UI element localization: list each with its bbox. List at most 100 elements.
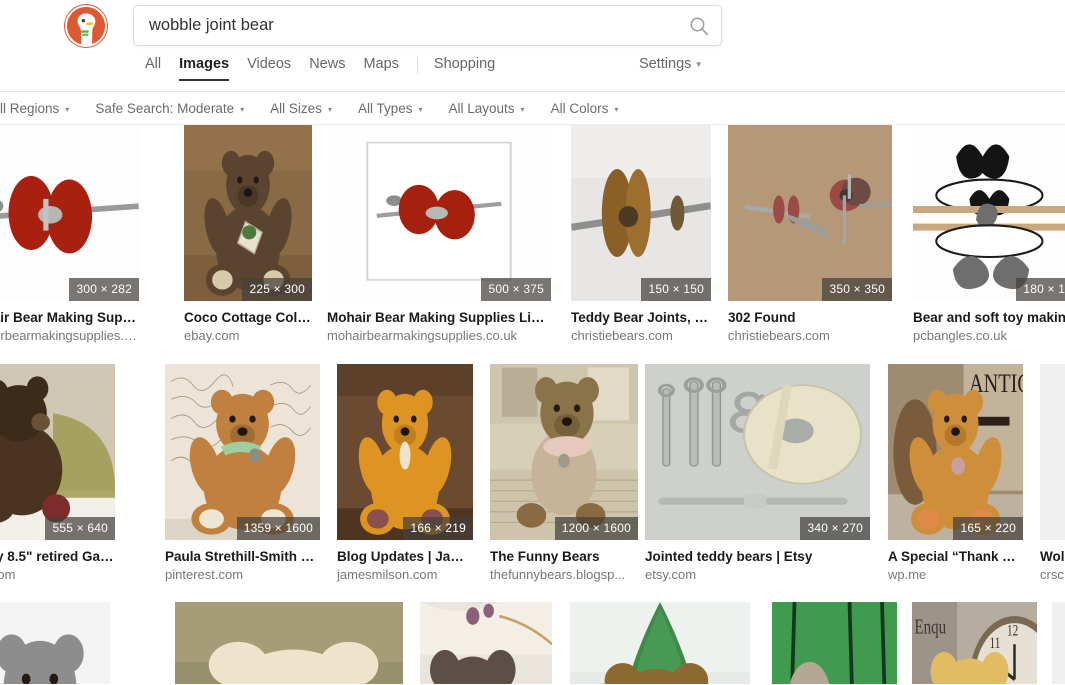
search-box[interactable] [133,5,722,46]
image-result-tile[interactable]: 300 × 282 Mohair Bear Making Suppli... moh… [0,125,139,343]
filter-all-types[interactable]: All Types ▾ [358,101,423,116]
result-thumbnail[interactable] [175,602,403,684]
result-title[interactable]: Paula Strethill-Smith mi... [165,549,320,564]
result-thumbnail[interactable]: 150 × 150 [571,125,711,301]
result-thumbnail[interactable]: 555 × 640 [0,364,115,540]
result-thumbnail[interactable]: 500 × 375 [327,125,551,301]
svg-text:Enqu: Enqu [915,615,947,638]
filter-label: Safe Search: Moderate [95,101,235,116]
image-result-tile[interactable]: 500 × 375 Mohair Bear Making Supplies Lim… [327,125,551,343]
result-domain[interactable]: christiebears.com [728,328,892,343]
result-title[interactable]: A Special “Thank Yo... [888,549,1023,564]
filter-all-sizes[interactable]: All Sizes ▾ [270,101,332,116]
search-input[interactable] [147,6,667,45]
result-thumbnail[interactable]: 350 × 350 [728,125,892,301]
svg-text:11: 11 [990,634,1001,651]
filter-label: All Types [357,101,413,116]
result-domain[interactable]: christiebears.com [571,328,711,343]
result-title[interactable]: Mohair Bear Making Supplies Limite... [327,310,551,325]
image-result-tile[interactable]: Wol... crsc... [1040,364,1065,582]
tab-all[interactable]: All [145,56,161,81]
result-title[interactable]: Plucky 8.5" retired Gan... [0,549,115,564]
image-result-tile[interactable]: 555 × 640 Plucky 8.5" retired Gan... ebay.… [0,364,115,582]
filter-label: All Sizes [270,101,322,116]
settings-menu[interactable]: Settings ▾ [639,56,701,72]
dimensions-badge: 350 × 350 [822,278,892,301]
filter-label: All Colors [550,101,609,116]
result-thumbnail[interactable]: 180 × 18 [913,125,1065,301]
result-thumbnail[interactable] [570,602,750,684]
duckduckgo-logo[interactable] [65,5,107,47]
result-title[interactable]: The Funny Bears [490,549,638,564]
chevron-down-icon: ▾ [327,104,332,114]
settings-label: Settings [639,56,692,72]
image-result-tile[interactable]: 150 × 150 Teddy Bear Joints, Te... christi… [571,125,711,343]
result-domain[interactable]: thefunnybears.blogsp... [490,567,638,582]
result-domain[interactable]: etsy.com [645,567,870,582]
tab-news[interactable]: News [309,56,345,81]
result-domain[interactable]: ebay.com [0,567,115,582]
result-thumbnail[interactable]: 166 × 219 [337,364,473,540]
result-thumbnail[interactable]: 225 × 300 [184,125,312,301]
result-domain[interactable]: ebay.com [184,328,312,343]
tab-maps[interactable]: Maps [363,56,398,81]
result-domain[interactable]: pcbangles.co.uk [913,328,1065,343]
chevron-down-icon: ▾ [520,104,525,114]
image-result-tile[interactable]: 350 × 350 302 Found christiebears.com [728,125,892,343]
result-title[interactable]: Jointed teddy bears | Etsy [645,549,870,564]
result-thumbnail[interactable]: 1359 × 1600 [165,364,320,540]
chevron-down-icon: ▾ [696,58,701,69]
image-result-tile[interactable]: Enqu 121110 765 [912,602,1037,684]
result-thumbnail[interactable]: ANTIQUE 165 × 220 [888,364,1023,540]
image-result-tile[interactable]: ANTIQUE 165 × 220 A Special “Thank Yo... w… [888,364,1023,582]
filter-all-regions[interactable]: All Regions ▾ [0,101,69,116]
result-title[interactable]: Teddy Bear Joints, Te... [571,310,711,325]
result-thumbnail[interactable]: 1200 × 1600 [490,364,638,540]
result-title[interactable]: Mohair Bear Making Suppli... [0,310,139,325]
result-title[interactable]: Wol... [1040,549,1065,564]
image-result-tile[interactable] [175,602,403,684]
result-thumbnail[interactable] [0,602,110,684]
duck-logo-icon [67,7,105,45]
image-result-tile[interactable] [570,602,750,684]
result-title[interactable]: 302 Found [728,310,892,325]
result-title[interactable]: Bear and soft toy making [913,310,1065,325]
result-thumbnail[interactable] [1052,602,1065,684]
tab-shopping[interactable]: Shopping [434,56,495,81]
image-result-tile[interactable]: 1200 × 1600 The Funny Bears thefunnybears.… [490,364,638,582]
image-result-tile[interactable]: 1359 × 1600 Paula Strethill-Smith mi... pi… [165,364,320,582]
dimensions-badge: 166 × 219 [403,517,473,540]
search-icon[interactable] [689,16,709,36]
image-result-tile[interactable] [772,602,897,684]
tab-videos[interactable]: Videos [247,56,291,81]
result-thumbnail[interactable] [420,602,552,684]
result-domain[interactable]: pinterest.com [165,567,320,582]
result-domain[interactable]: mohairbearmakingsupplies.co.uk [327,328,551,343]
filter-all-colors[interactable]: All Colors ▾ [551,101,619,116]
result-thumbnail[interactable] [1040,364,1065,540]
result-domain[interactable]: jamesmilson.com [337,567,473,582]
result-domain[interactable]: wp.me [888,567,1023,582]
image-result-tile[interactable]: 180 × 18 Bear and soft toy making pcbangle… [913,125,1065,343]
result-domain[interactable]: mohairbearmakingsupplies.c... [0,328,139,343]
result-domain[interactable]: crsc... [1040,567,1065,582]
image-result-tile[interactable] [420,602,552,684]
filter-all-layouts[interactable]: All Layouts ▾ [449,101,525,116]
image-result-tile[interactable]: 225 × 300 Coco Cottage Coll... ebay.com [184,125,312,343]
tab-images[interactable]: Images [179,56,229,81]
dimensions-badge: 555 × 640 [45,517,115,540]
result-thumbnail[interactable] [772,602,897,684]
result-thumbnail[interactable]: Enqu 121110 765 [912,602,1037,684]
image-result-tile[interactable]: 166 × 219 Blog Updates | Jame... jamesmils… [337,364,473,582]
nav-tabs: All Images Videos News Maps Shopping [145,56,513,81]
filter-label: All Regions [0,101,60,116]
filter-safe-search-moderate[interactable]: Safe Search: Moderate ▾ [95,101,244,116]
image-result-tile[interactable]: 340 × 270 Jointed teddy bears | Etsy etsy.… [645,364,870,582]
result-title[interactable]: Coco Cottage Coll... [184,310,312,325]
result-title[interactable]: Blog Updates | Jame... [337,549,473,564]
nav-bar: All Images Videos News Maps Shopping Settings… [0,56,1065,90]
image-result-tile[interactable] [1052,602,1065,684]
result-thumbnail[interactable]: 340 × 270 [645,364,870,540]
image-result-tile[interactable] [0,602,110,684]
result-thumbnail[interactable]: 300 × 282 [0,125,139,301]
